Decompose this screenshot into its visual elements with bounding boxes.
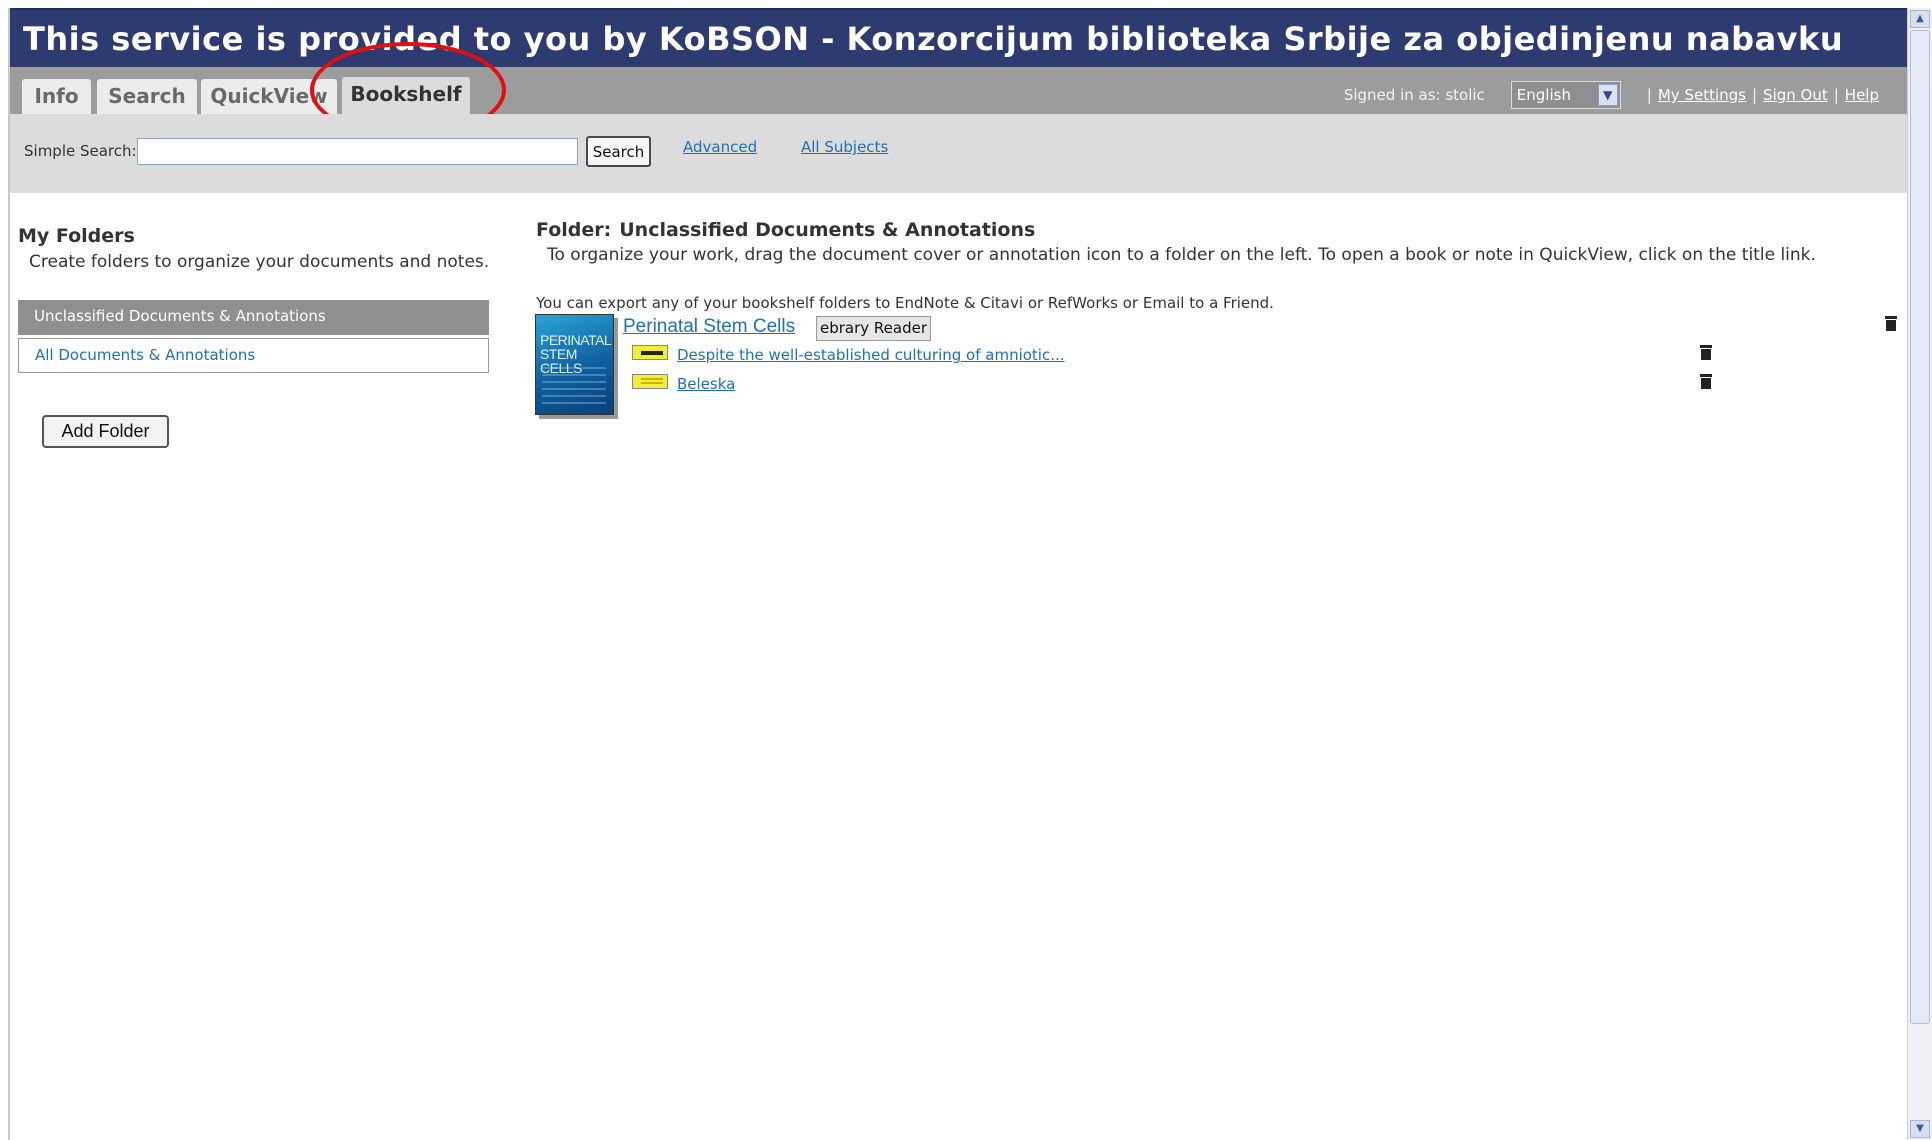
folder-heading-name: Unclassified Documents & Annotations xyxy=(619,219,1036,241)
tab-bar: Info Search QuickView Bookshelf Signed i… xyxy=(10,67,1907,114)
signed-in-text: Signed in as: stolic xyxy=(1343,86,1485,104)
my-folders-description: Create folders to organize your document… xyxy=(29,252,490,272)
folder-description: To organize your work, drag the document… xyxy=(547,245,1816,265)
scrollbar-thumb[interactable] xyxy=(1910,30,1930,1024)
export-note: You can export any of your bookshelf fol… xyxy=(536,294,1274,312)
folder-item-all-documents[interactable]: All Documents & Annotations xyxy=(18,338,489,373)
user-area: Signed in as: stolic English ▼ | My Sett… xyxy=(1344,81,1879,109)
my-folders-title: My Folders xyxy=(18,225,135,247)
scroll-up-icon[interactable]: ▲ xyxy=(1910,10,1930,28)
separator: | xyxy=(1646,86,1652,104)
banner-text: This service is provided to you by KoBSO… xyxy=(23,20,1844,58)
tab-info[interactable]: Info xyxy=(22,79,91,114)
tab-quickview[interactable]: QuickView xyxy=(201,79,337,114)
help-link[interactable]: Help xyxy=(1845,86,1879,104)
language-select[interactable]: English ▼ xyxy=(1510,81,1621,109)
note-annotation-icon[interactable] xyxy=(632,374,668,389)
scroll-down-icon[interactable]: ▼ xyxy=(1910,1120,1930,1138)
simple-search-input[interactable] xyxy=(137,138,578,165)
add-folder-button[interactable]: Add Folder xyxy=(42,415,169,448)
trash-icon[interactable] xyxy=(1885,316,1897,331)
annotation-link-note[interactable]: Beleska xyxy=(677,375,735,393)
chevron-down-icon[interactable]: ▼ xyxy=(1597,84,1618,106)
folder-heading: Folder: Unclassified Documents & Annotati… xyxy=(536,219,1035,241)
language-value: English xyxy=(1516,86,1571,104)
folder-heading-label: Folder: xyxy=(536,219,612,241)
vertical-scrollbar[interactable]: ▲ ▼ xyxy=(1907,8,1932,1140)
advanced-search-link[interactable]: Advanced xyxy=(683,138,757,156)
my-settings-link[interactable]: My Settings xyxy=(1658,86,1746,104)
service-banner: This service is provided to you by KoBSO… xyxy=(10,10,1907,67)
search-bar: Simple Search: Search Advanced All Subje… xyxy=(10,114,1907,193)
trash-icon[interactable] xyxy=(1700,374,1712,389)
book-cover[interactable]: Perinatal Stem Cells xyxy=(535,314,614,415)
folder-item-unclassified[interactable]: Unclassified Documents & Annotations xyxy=(18,300,489,335)
all-subjects-link[interactable]: All Subjects xyxy=(801,138,888,156)
book-title-link[interactable]: Perinatal Stem Cells xyxy=(623,316,795,338)
highlight-annotation-icon[interactable] xyxy=(632,345,668,360)
tab-search[interactable]: Search xyxy=(97,79,197,114)
ebrary-reader-button[interactable]: ebrary Reader xyxy=(816,316,931,341)
simple-search-label: Simple Search: xyxy=(24,142,137,160)
tab-bookshelf[interactable]: Bookshelf xyxy=(342,77,470,114)
annotation-link-highlight[interactable]: Despite the well-established culturing o… xyxy=(677,346,1065,364)
book-cover-pattern xyxy=(542,367,606,405)
search-button[interactable]: Search xyxy=(586,136,651,167)
separator: | xyxy=(1833,86,1839,104)
trash-icon[interactable] xyxy=(1700,345,1712,360)
sign-out-link[interactable]: Sign Out xyxy=(1763,86,1828,104)
separator: | xyxy=(1751,86,1758,104)
